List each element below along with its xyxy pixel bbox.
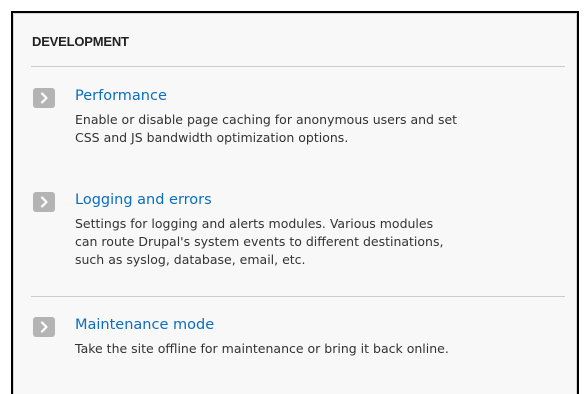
panel-title: DEVELOPMENT xyxy=(32,34,129,49)
description-line: can route Drupal's system events to diff… xyxy=(75,234,444,249)
description-line: Enable or disable page caching for anony… xyxy=(75,112,458,127)
development-panel: DEVELOPMENT Performance Enable or disabl… xyxy=(11,11,579,394)
chevron-right-icon[interactable] xyxy=(33,88,55,108)
description-line: such as syslog, database, email, etc. xyxy=(75,252,306,267)
admin-item-logging-and-errors: Logging and errors Settings for logging … xyxy=(33,190,573,270)
description-line: Settings for logging and alerts modules.… xyxy=(75,216,434,231)
chevron-right-icon[interactable] xyxy=(33,317,55,337)
item-divider xyxy=(31,296,565,297)
logging-and-errors-link[interactable]: Logging and errors xyxy=(75,190,212,210)
performance-link[interactable]: Performance xyxy=(75,86,167,106)
maintenance-mode-description: Take the site offline for maintenance or… xyxy=(75,340,575,358)
admin-item-performance: Performance Enable or disable page cachi… xyxy=(33,86,573,146)
chevron-right-icon[interactable] xyxy=(33,192,55,212)
admin-item-maintenance-mode: Maintenance mode Take the site offline f… xyxy=(33,315,573,360)
performance-description: Enable or disable page caching for anony… xyxy=(75,111,575,147)
maintenance-mode-link[interactable]: Maintenance mode xyxy=(75,315,214,335)
description-line: CSS and JS bandwidth optimization option… xyxy=(75,130,349,145)
panel-title-divider xyxy=(31,66,565,67)
description-line: Take the site offline for maintenance or… xyxy=(75,341,449,356)
logging-and-errors-description: Settings for logging and alerts modules.… xyxy=(75,215,575,269)
